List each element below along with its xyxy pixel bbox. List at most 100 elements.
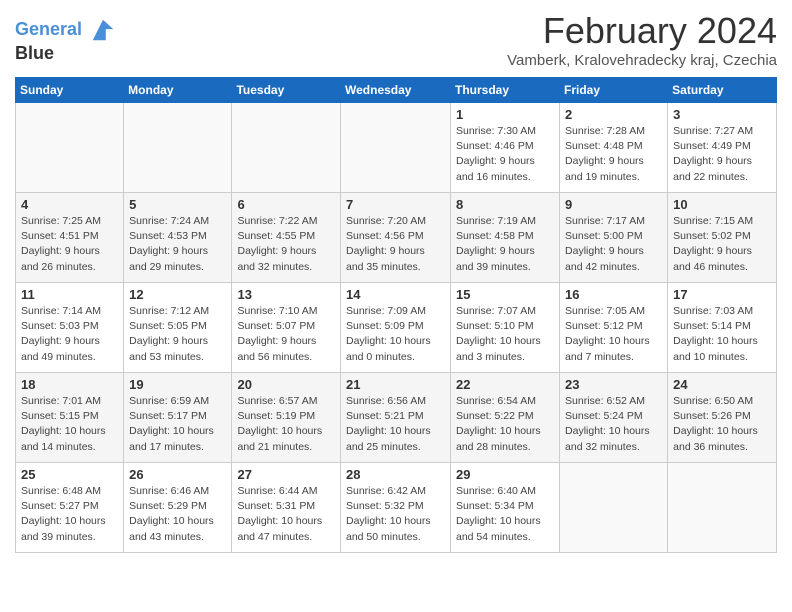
day-info: Sunrise: 7:14 AM Sunset: 5:03 PM Dayligh… bbox=[21, 304, 118, 365]
day-info: Sunrise: 7:19 AM Sunset: 4:58 PM Dayligh… bbox=[456, 214, 554, 275]
calendar-cell: 29 Sunrise: 6:40 AM Sunset: 5:34 PM Dayli… bbox=[451, 463, 560, 553]
day-info: Sunrise: 7:07 AM Sunset: 5:10 PM Dayligh… bbox=[456, 304, 554, 365]
day-number: 15 bbox=[456, 287, 554, 302]
day-number: 2 bbox=[565, 107, 662, 122]
day-number: 27 bbox=[237, 467, 335, 482]
calendar-cell: 24 Sunrise: 6:50 AM Sunset: 5:26 PM Dayli… bbox=[668, 373, 777, 463]
day-number: 12 bbox=[129, 287, 226, 302]
day-info: Sunrise: 6:40 AM Sunset: 5:34 PM Dayligh… bbox=[456, 484, 554, 545]
dow-header: Friday bbox=[560, 78, 668, 103]
calendar-cell: 17 Sunrise: 7:03 AM Sunset: 5:14 PM Dayli… bbox=[668, 283, 777, 373]
calendar-cell: 2 Sunrise: 7:28 AM Sunset: 4:48 PM Daylig… bbox=[560, 103, 668, 193]
logo-line1: General bbox=[15, 16, 117, 44]
dow-header: Thursday bbox=[451, 78, 560, 103]
day-number: 5 bbox=[129, 197, 226, 212]
calendar-cell bbox=[16, 103, 124, 193]
day-info: Sunrise: 7:05 AM Sunset: 5:12 PM Dayligh… bbox=[565, 304, 662, 365]
day-number: 7 bbox=[346, 197, 445, 212]
calendar-cell: 23 Sunrise: 6:52 AM Sunset: 5:24 PM Dayli… bbox=[560, 373, 668, 463]
day-number: 22 bbox=[456, 377, 554, 392]
calendar-cell: 10 Sunrise: 7:15 AM Sunset: 5:02 PM Dayli… bbox=[668, 193, 777, 283]
logo-icon bbox=[89, 16, 117, 44]
day-info: Sunrise: 7:03 AM Sunset: 5:14 PM Dayligh… bbox=[673, 304, 771, 365]
calendar-cell: 5 Sunrise: 7:24 AM Sunset: 4:53 PM Daylig… bbox=[124, 193, 232, 283]
day-number: 11 bbox=[21, 287, 118, 302]
day-number: 28 bbox=[346, 467, 445, 482]
day-info: Sunrise: 7:30 AM Sunset: 4:46 PM Dayligh… bbox=[456, 124, 554, 185]
day-info: Sunrise: 7:12 AM Sunset: 5:05 PM Dayligh… bbox=[129, 304, 226, 365]
calendar-cell bbox=[341, 103, 451, 193]
day-number: 29 bbox=[456, 467, 554, 482]
calendar-cell: 20Sunrise: 6:57 AM Sunset: 5:19 PM Dayli… bbox=[232, 373, 341, 463]
calendar-cell: 14 Sunrise: 7:09 AM Sunset: 5:09 PM Dayli… bbox=[341, 283, 451, 373]
calendar-cell: 22 Sunrise: 6:54 AM Sunset: 5:22 PM Dayli… bbox=[451, 373, 560, 463]
calendar-cell: 3 Sunrise: 7:27 AM Sunset: 4:49 PM Daylig… bbox=[668, 103, 777, 193]
day-info: Sunrise: 6:54 AM Sunset: 5:22 PM Dayligh… bbox=[456, 394, 554, 455]
day-number: 8 bbox=[456, 197, 554, 212]
day-info: Sunrise: 7:20 AM Sunset: 4:56 PM Dayligh… bbox=[346, 214, 445, 275]
calendar-cell: 28 Sunrise: 6:42 AM Sunset: 5:32 PM Dayli… bbox=[341, 463, 451, 553]
day-info: Sunrise: 7:22 AM Sunset: 4:55 PM Dayligh… bbox=[237, 214, 335, 275]
calendar-cell: 16Sunrise: 7:05 AM Sunset: 5:12 PM Dayli… bbox=[560, 283, 668, 373]
logo: General Blue bbox=[15, 16, 117, 64]
logo-line2: Blue bbox=[15, 44, 117, 64]
calendar-cell: 7 Sunrise: 7:20 AM Sunset: 4:56 PM Daylig… bbox=[341, 193, 451, 283]
day-number: 13 bbox=[237, 287, 335, 302]
calendar-body: 1Sunrise: 7:30 AM Sunset: 4:46 PM Daylig… bbox=[16, 103, 777, 553]
day-info: Sunrise: 6:57 AM Sunset: 5:19 PM Dayligh… bbox=[237, 394, 335, 455]
calendar-cell: 25Sunrise: 6:48 AM Sunset: 5:27 PM Dayli… bbox=[16, 463, 124, 553]
day-number: 23 bbox=[565, 377, 662, 392]
days-of-week-row: SundayMondayTuesdayWednesdayThursdayFrid… bbox=[16, 78, 777, 103]
day-number: 24 bbox=[673, 377, 771, 392]
dow-header: Wednesday bbox=[341, 78, 451, 103]
calendar-cell: 4Sunrise: 7:25 AM Sunset: 4:51 PM Daylig… bbox=[16, 193, 124, 283]
calendar-cell: 27Sunrise: 6:44 AM Sunset: 5:31 PM Dayli… bbox=[232, 463, 341, 553]
month-title: February 2024 bbox=[507, 10, 777, 52]
title-area: February 2024 Vamberk, Kralovehradecky k… bbox=[507, 10, 777, 69]
day-number: 14 bbox=[346, 287, 445, 302]
day-info: Sunrise: 7:17 AM Sunset: 5:00 PM Dayligh… bbox=[565, 214, 662, 275]
dow-header: Monday bbox=[124, 78, 232, 103]
calendar-cell: 21 Sunrise: 6:56 AM Sunset: 5:21 PM Dayli… bbox=[341, 373, 451, 463]
dow-header: Tuesday bbox=[232, 78, 341, 103]
day-number: 21 bbox=[346, 377, 445, 392]
calendar-cell: 12 Sunrise: 7:12 AM Sunset: 5:05 PM Dayli… bbox=[124, 283, 232, 373]
calendar-cell bbox=[232, 103, 341, 193]
day-info: Sunrise: 6:46 AM Sunset: 5:29 PM Dayligh… bbox=[129, 484, 226, 545]
day-number: 17 bbox=[673, 287, 771, 302]
day-number: 10 bbox=[673, 197, 771, 212]
calendar-cell: 18Sunrise: 7:01 AM Sunset: 5:15 PM Dayli… bbox=[16, 373, 124, 463]
subtitle: Vamberk, Kralovehradecky kraj, Czechia bbox=[507, 52, 777, 69]
calendar-cell bbox=[124, 103, 232, 193]
day-number: 4 bbox=[21, 197, 118, 212]
day-info: Sunrise: 6:48 AM Sunset: 5:27 PM Dayligh… bbox=[21, 484, 118, 545]
day-info: Sunrise: 7:24 AM Sunset: 4:53 PM Dayligh… bbox=[129, 214, 226, 275]
day-info: Sunrise: 6:50 AM Sunset: 5:26 PM Dayligh… bbox=[673, 394, 771, 455]
calendar-cell: 8 Sunrise: 7:19 AM Sunset: 4:58 PM Daylig… bbox=[451, 193, 560, 283]
calendar-week-row: 11 Sunrise: 7:14 AM Sunset: 5:03 PM Dayli… bbox=[16, 283, 777, 373]
calendar-table: SundayMondayTuesdayWednesdayThursdayFrid… bbox=[15, 77, 777, 553]
day-info: Sunrise: 7:09 AM Sunset: 5:09 PM Dayligh… bbox=[346, 304, 445, 365]
calendar-cell: 9 Sunrise: 7:17 AM Sunset: 5:00 PM Daylig… bbox=[560, 193, 668, 283]
calendar-week-row: 4Sunrise: 7:25 AM Sunset: 4:51 PM Daylig… bbox=[16, 193, 777, 283]
dow-header: Saturday bbox=[668, 78, 777, 103]
day-info: Sunrise: 6:56 AM Sunset: 5:21 PM Dayligh… bbox=[346, 394, 445, 455]
calendar-cell bbox=[668, 463, 777, 553]
calendar-cell: 15 Sunrise: 7:07 AM Sunset: 5:10 PM Dayli… bbox=[451, 283, 560, 373]
calendar-cell: 13Sunrise: 7:10 AM Sunset: 5:07 PM Dayli… bbox=[232, 283, 341, 373]
header: General Blue February 2024 Vamberk, Kral… bbox=[15, 10, 777, 69]
day-info: Sunrise: 7:01 AM Sunset: 5:15 PM Dayligh… bbox=[21, 394, 118, 455]
day-number: 9 bbox=[565, 197, 662, 212]
day-number: 6 bbox=[237, 197, 335, 212]
calendar-cell: 26Sunrise: 6:46 AM Sunset: 5:29 PM Dayli… bbox=[124, 463, 232, 553]
day-info: Sunrise: 7:15 AM Sunset: 5:02 PM Dayligh… bbox=[673, 214, 771, 275]
day-number: 19 bbox=[129, 377, 226, 392]
day-info: Sunrise: 6:52 AM Sunset: 5:24 PM Dayligh… bbox=[565, 394, 662, 455]
day-info: Sunrise: 7:27 AM Sunset: 4:49 PM Dayligh… bbox=[673, 124, 771, 185]
calendar-week-row: 1Sunrise: 7:30 AM Sunset: 4:46 PM Daylig… bbox=[16, 103, 777, 193]
day-info: Sunrise: 7:28 AM Sunset: 4:48 PM Dayligh… bbox=[565, 124, 662, 185]
day-number: 3 bbox=[673, 107, 771, 122]
dow-header: Sunday bbox=[16, 78, 124, 103]
calendar-cell: 11 Sunrise: 7:14 AM Sunset: 5:03 PM Dayli… bbox=[16, 283, 124, 373]
day-info: Sunrise: 6:42 AM Sunset: 5:32 PM Dayligh… bbox=[346, 484, 445, 545]
